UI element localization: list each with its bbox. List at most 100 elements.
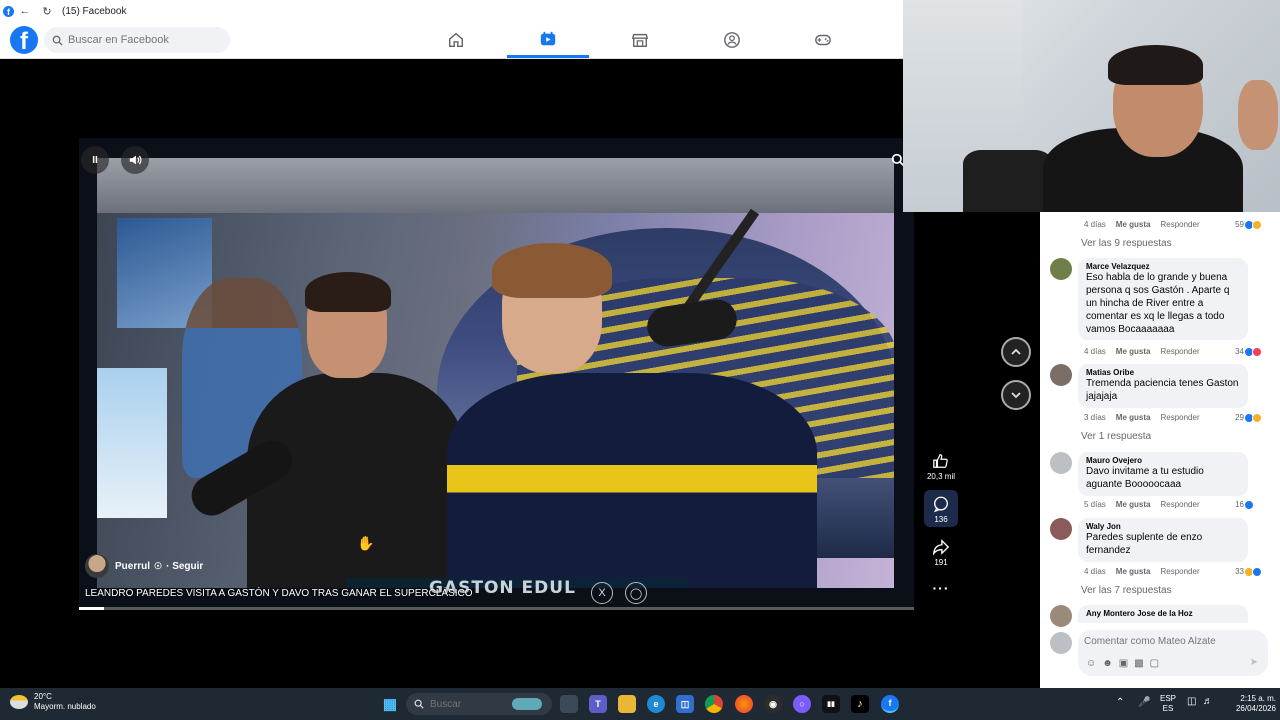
previous-video-button[interactable] — [1001, 337, 1031, 367]
like-link[interactable]: Me gusta — [1116, 567, 1151, 576]
nav-video[interactable] — [507, 22, 589, 58]
view-replies-link[interactable]: Ver las 7 respuestas — [1081, 585, 1172, 596]
comment-time: 3 días — [1084, 413, 1106, 422]
search-box[interactable] — [44, 27, 230, 53]
nav-home[interactable] — [415, 22, 497, 58]
view-replies-link[interactable]: Ver 1 respuesta — [1081, 431, 1151, 442]
view-replies-link[interactable]: Ver las 9 respuestas — [1081, 238, 1172, 249]
commenter-avatar[interactable] — [1050, 258, 1072, 280]
comment-author[interactable]: Any Montero Jose de la Hoz — [1086, 609, 1240, 618]
reply-link[interactable]: Responder — [1160, 500, 1199, 509]
volume-button[interactable] — [121, 146, 149, 174]
current-user-avatar[interactable] — [1050, 632, 1072, 654]
follow-link[interactable]: · Seguir — [166, 561, 203, 572]
taskbar-search[interactable] — [406, 693, 552, 715]
share-icon — [932, 539, 950, 556]
weather-widget[interactable]: 20°C Mayorm. nublado — [10, 692, 96, 712]
camera-icon[interactable]: ▣ — [1119, 658, 1128, 669]
facebook-taskbar-icon[interactable]: f — [881, 695, 899, 713]
taskbar-search-input[interactable] — [430, 698, 510, 710]
gaming-icon — [815, 34, 831, 46]
verified-icon: ☉ — [154, 560, 163, 571]
comment-meta: 4 días Me gusta Responder 33 — [1084, 567, 1244, 576]
back-arrow-icon[interactable]: ← — [14, 5, 36, 17]
pause-button[interactable]: II — [81, 146, 109, 174]
commenter-avatar[interactable] — [1050, 605, 1072, 627]
obs-icon[interactable]: ◉ — [764, 695, 782, 713]
marketplace-icon — [631, 33, 649, 48]
keyboard-layout: ES — [1162, 704, 1174, 713]
search-icon — [52, 35, 63, 46]
like-link[interactable]: Me gusta — [1116, 413, 1151, 422]
task-view-icon[interactable] — [560, 695, 578, 713]
like-link[interactable]: Me gusta — [1116, 347, 1151, 356]
browser-titlebar: f ← ↻ (15) Facebook — [0, 0, 903, 22]
clock[interactable]: 2:15 a. m. 26/04/2026 — [1224, 694, 1276, 714]
reply-link[interactable]: Responder — [1160, 220, 1199, 229]
windows-start-icon[interactable]: ▦ — [381, 695, 399, 713]
tray-chevron-up-icon[interactable]: ⌃ — [1116, 698, 1124, 708]
gif-icon[interactable]: ▩ — [1134, 658, 1143, 669]
commenter-avatar[interactable] — [1050, 518, 1072, 540]
avatar-sticker-icon[interactable]: ☺ — [1086, 658, 1096, 669]
tiktok-icon[interactable]: ♪ — [851, 695, 869, 713]
microsoft-store-icon[interactable]: ◫ — [676, 695, 694, 713]
firefox-icon[interactable] — [735, 695, 753, 713]
comment-input[interactable] — [1084, 636, 1259, 647]
comment-author[interactable]: Matias Oribe — [1086, 368, 1240, 377]
facebook-logo-icon[interactable]: f — [10, 26, 38, 54]
share-count: 191 — [934, 558, 948, 567]
teams-icon[interactable]: T — [589, 695, 607, 713]
nav-marketplace[interactable] — [599, 22, 681, 58]
reload-icon[interactable]: ↻ — [36, 5, 58, 18]
media-app-icon[interactable]: ▮▮ — [822, 695, 840, 713]
video-player[interactable]: II GASTON EDUL X ◯ Puerrul ☉ · Seguir LE… — [79, 138, 914, 610]
reply-link[interactable]: Responder — [1160, 347, 1199, 356]
groups-icon — [724, 32, 740, 48]
comment-bubble: Mauro Ovejero Davo invitame a tu estudio… — [1078, 452, 1248, 496]
comment-author[interactable]: Mauro Ovejero — [1086, 456, 1240, 465]
video-progress-bar[interactable] — [79, 607, 914, 610]
share-action[interactable]: 191 — [924, 536, 958, 567]
reaction-icons — [1244, 567, 1262, 577]
search-icon — [414, 699, 424, 709]
x-logo-icon: X — [591, 582, 613, 604]
nav-groups[interactable] — [691, 22, 773, 58]
edge-icon[interactable]: e — [647, 695, 665, 713]
comment-author[interactable]: Waly Jon — [1086, 522, 1240, 531]
search-highlight-icon — [512, 698, 542, 710]
comment-composer[interactable]: ☺ ☻ ▣ ▩ ▢ ➤ — [1078, 630, 1268, 676]
comment-bubble: Waly Jon Paredes suplente de enzo fernan… — [1078, 518, 1248, 562]
reply-link[interactable]: Responder — [1160, 567, 1199, 576]
nav-gaming[interactable] — [782, 22, 864, 58]
like-action[interactable]: 20,3 mil — [924, 450, 958, 481]
author-name[interactable]: Puerrul — [115, 561, 150, 572]
app-icon[interactable]: ○ — [793, 695, 811, 713]
like-link[interactable]: Me gusta — [1116, 500, 1151, 509]
comment-text: Eso habla de lo grande y buena persona q… — [1086, 272, 1230, 335]
reaction-count: 29 — [1235, 413, 1244, 422]
network-icon[interactable]: ◫ — [1187, 697, 1196, 707]
volume-tray-icon[interactable]: ♬ — [1203, 697, 1213, 707]
commenter-avatar[interactable] — [1050, 364, 1072, 386]
comment-meta: 5 días Me gusta Responder 16 — [1084, 500, 1244, 509]
commenter-avatar[interactable] — [1050, 452, 1072, 474]
like-link[interactable]: Me gusta — [1116, 220, 1151, 229]
video-author[interactable]: Puerrul ☉ · Seguir — [85, 554, 203, 578]
send-icon[interactable]: ➤ — [1250, 657, 1258, 668]
chevron-down-icon — [1011, 392, 1021, 399]
language-indicator[interactable]: ESP ES — [1160, 694, 1176, 714]
author-avatar[interactable] — [85, 554, 109, 578]
chrome-icon[interactable] — [705, 695, 723, 713]
sticker-icon[interactable]: ▢ — [1150, 658, 1159, 669]
more-options-icon[interactable]: ··· — [924, 580, 958, 596]
next-video-button[interactable] — [1001, 380, 1031, 410]
reply-link[interactable]: Responder — [1160, 413, 1199, 422]
comment-action[interactable]: 136 — [924, 490, 958, 527]
comment-author[interactable]: Marce Velazquez — [1086, 262, 1240, 271]
emoji-icon[interactable]: ☻ — [1102, 658, 1113, 669]
search-input[interactable] — [68, 34, 218, 46]
comment-bubble: Any Montero Jose de la Hoz — [1078, 605, 1248, 623]
microphone-icon[interactable]: 🎤 — [1138, 698, 1150, 708]
file-explorer-icon[interactable] — [618, 695, 636, 713]
